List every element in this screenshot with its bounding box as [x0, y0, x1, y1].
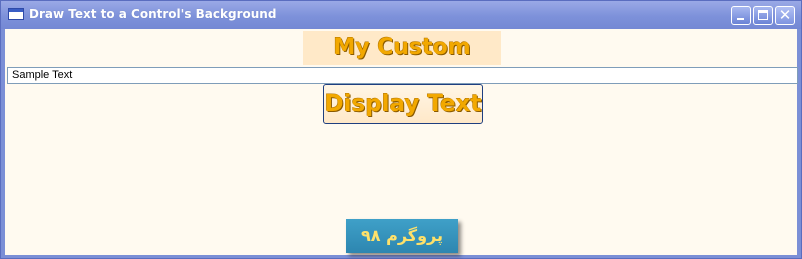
- title-bar[interactable]: Draw Text to a Control's Background ✕: [1, 1, 801, 29]
- maximize-button[interactable]: [753, 6, 773, 25]
- client-area: My Custom Label Sample Text Display Text…: [5, 29, 798, 255]
- watermark-badge: پروگرم ۹۸: [346, 219, 458, 253]
- close-button[interactable]: ✕: [775, 6, 795, 25]
- minimize-icon: [737, 18, 744, 20]
- window-title: Draw Text to a Control's Background: [29, 7, 277, 21]
- display-text-button[interactable]: Display Text: [323, 84, 483, 124]
- maximize-icon: [758, 10, 768, 20]
- sample-text-input[interactable]: Sample Text: [7, 67, 798, 84]
- app-window: Draw Text to a Control's Background ✕ My…: [0, 0, 802, 259]
- window-app-icon[interactable]: [8, 8, 24, 20]
- minimize-button[interactable]: [731, 6, 751, 25]
- custom-label: My Custom Label: [303, 31, 501, 94]
- close-icon: ✕: [778, 6, 792, 24]
